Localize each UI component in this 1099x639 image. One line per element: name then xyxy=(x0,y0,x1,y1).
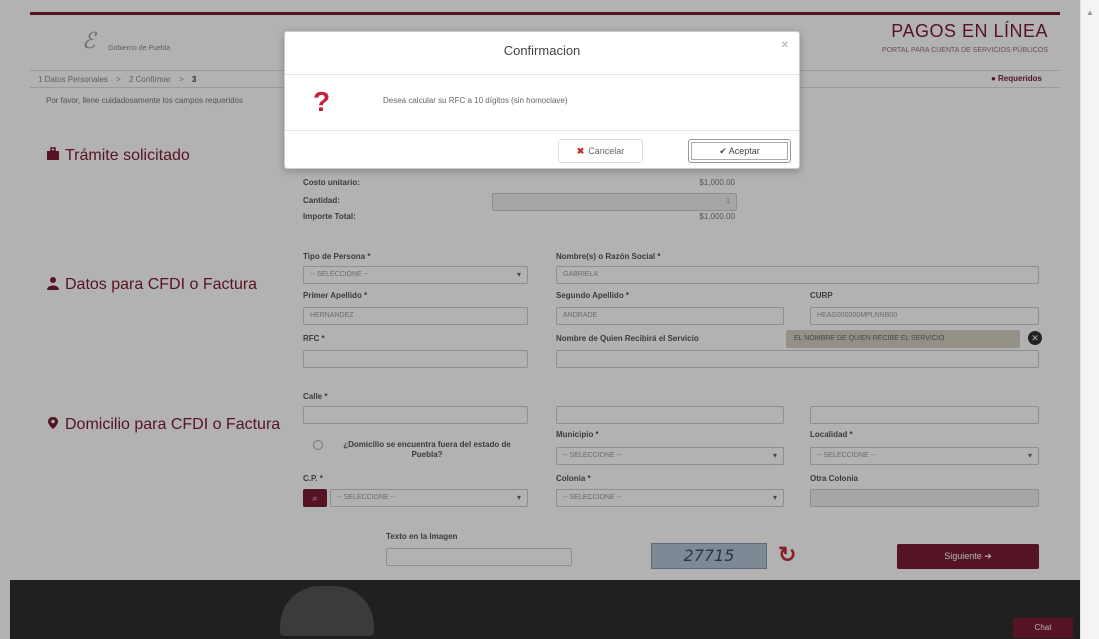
scroll-up-icon[interactable]: ▲ xyxy=(1086,8,1094,17)
cancel-label: Cancelar xyxy=(588,146,625,156)
question-icon: ? xyxy=(313,86,331,117)
confirm-dialog: Confirmacion ✕ ? Desea calcular su RFC a… xyxy=(284,31,800,169)
page: ℰ Gobierno de Puebla PAGOS EN LÍNEA PORT… xyxy=(0,0,1080,639)
dialog-title: Confirmacion xyxy=(503,43,581,58)
dialog-message: Desea calcular su RFC a 10 dígitos (sin … xyxy=(383,96,568,105)
accept-button[interactable]: ✔ Aceptar xyxy=(688,139,791,163)
close-icon[interactable]: ✕ xyxy=(781,40,789,51)
scrollbar[interactable]: ▲ xyxy=(1080,0,1099,639)
divider xyxy=(285,74,799,75)
cancel-x-icon: ✖ xyxy=(576,146,585,156)
divider xyxy=(285,130,799,131)
cancel-button[interactable]: ✖ Cancelar xyxy=(558,139,643,163)
